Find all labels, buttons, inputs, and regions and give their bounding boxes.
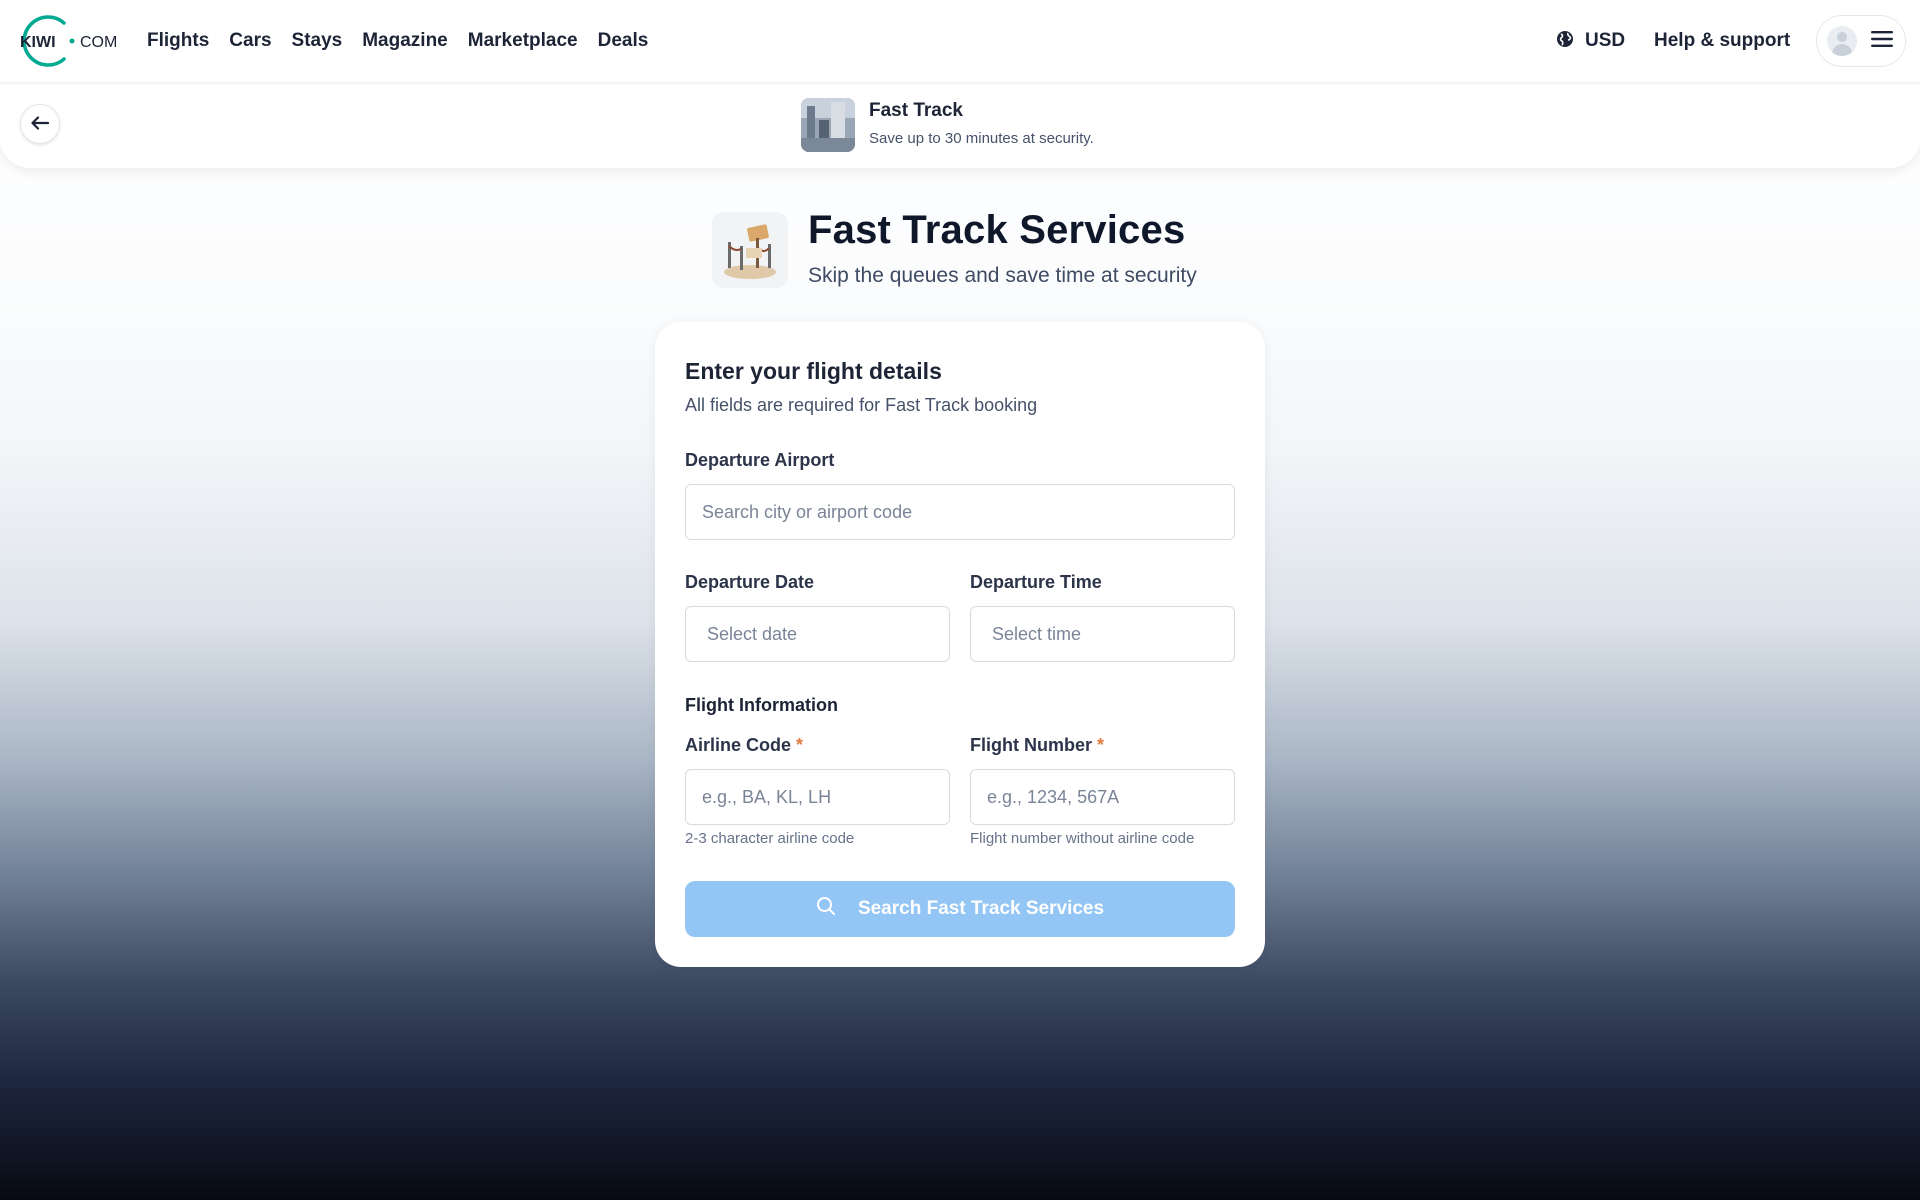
nav-flights[interactable]: Flights (147, 30, 209, 52)
airline-code-input[interactable] (685, 769, 950, 825)
flight-number-hint: Flight number without airline code (970, 830, 1195, 847)
nav-deals[interactable]: Deals (598, 30, 649, 52)
nav-stays[interactable]: Stays (292, 30, 343, 52)
search-icon (816, 896, 836, 922)
avatar (1827, 26, 1857, 56)
departure-date-input[interactable] (685, 606, 950, 662)
svg-text:COM: COM (80, 34, 117, 51)
form-subtitle: All fields are required for Fast Track b… (685, 395, 1038, 415)
flight-number-input[interactable] (970, 769, 1235, 825)
flight-information-heading: Flight Information (685, 695, 838, 715)
departure-airport-label: Departure Airport (685, 450, 835, 470)
queue-barrier-icon (712, 212, 788, 288)
airline-code-label: Airline Code * (685, 735, 803, 756)
fast-track-thumbnail (801, 98, 855, 152)
currency-label: USD (1585, 30, 1626, 51)
page-subtitle: Skip the queues and save time at securit… (808, 264, 1197, 287)
globe-icon (1555, 29, 1575, 54)
departure-airport-input[interactable] (685, 484, 1235, 540)
product-title: Fast Track (869, 100, 963, 121)
nav-cars[interactable]: Cars (229, 30, 271, 52)
arrow-left-icon (31, 115, 50, 133)
nav-marketplace[interactable]: Marketplace (468, 30, 578, 52)
main-nav: Flights Cars Stays Magazine Marketplace … (147, 0, 648, 82)
account-menu-button[interactable] (1816, 15, 1906, 67)
required-marker: * (796, 735, 804, 755)
flight-details-form: Enter your flight details All fields are… (655, 322, 1265, 967)
product-subtitle: Save up to 30 minutes at security. (869, 130, 1094, 147)
departure-time-input[interactable] (970, 606, 1235, 662)
flight-number-label-text: Flight Number (970, 735, 1092, 755)
svg-text:KIWI: KIWI (20, 34, 56, 51)
departure-date-label: Departure Date (685, 572, 815, 592)
required-marker: * (1097, 735, 1105, 755)
airline-code-label-text: Airline Code (685, 735, 792, 755)
back-button[interactable] (20, 104, 60, 144)
flight-number-label: Flight Number * (970, 735, 1104, 756)
kiwi-logo[interactable]: KIWI COM (14, 15, 120, 67)
product-subheader: Fast Track Save up to 30 minutes at secu… (0, 82, 1920, 168)
hamburger-menu-icon (1871, 30, 1893, 53)
nav-magazine[interactable]: Magazine (362, 30, 448, 52)
departure-time-label: Departure Time (970, 572, 1102, 592)
search-button-label: Search Fast Track Services (857, 898, 1105, 919)
help-support-link[interactable]: Help & support (1654, 0, 1790, 82)
search-fast-track-button[interactable]: Search Fast Track Services (685, 881, 1235, 937)
page-title: Fast Track Services (808, 208, 1186, 252)
currency-selector[interactable]: USD (1555, 0, 1625, 82)
top-navigation: KIWI COM Flights Cars Stays Magazine Mar… (0, 0, 1920, 82)
form-title: Enter your flight details (685, 358, 942, 384)
airline-code-hint: 2-3 character airline code (685, 830, 855, 847)
